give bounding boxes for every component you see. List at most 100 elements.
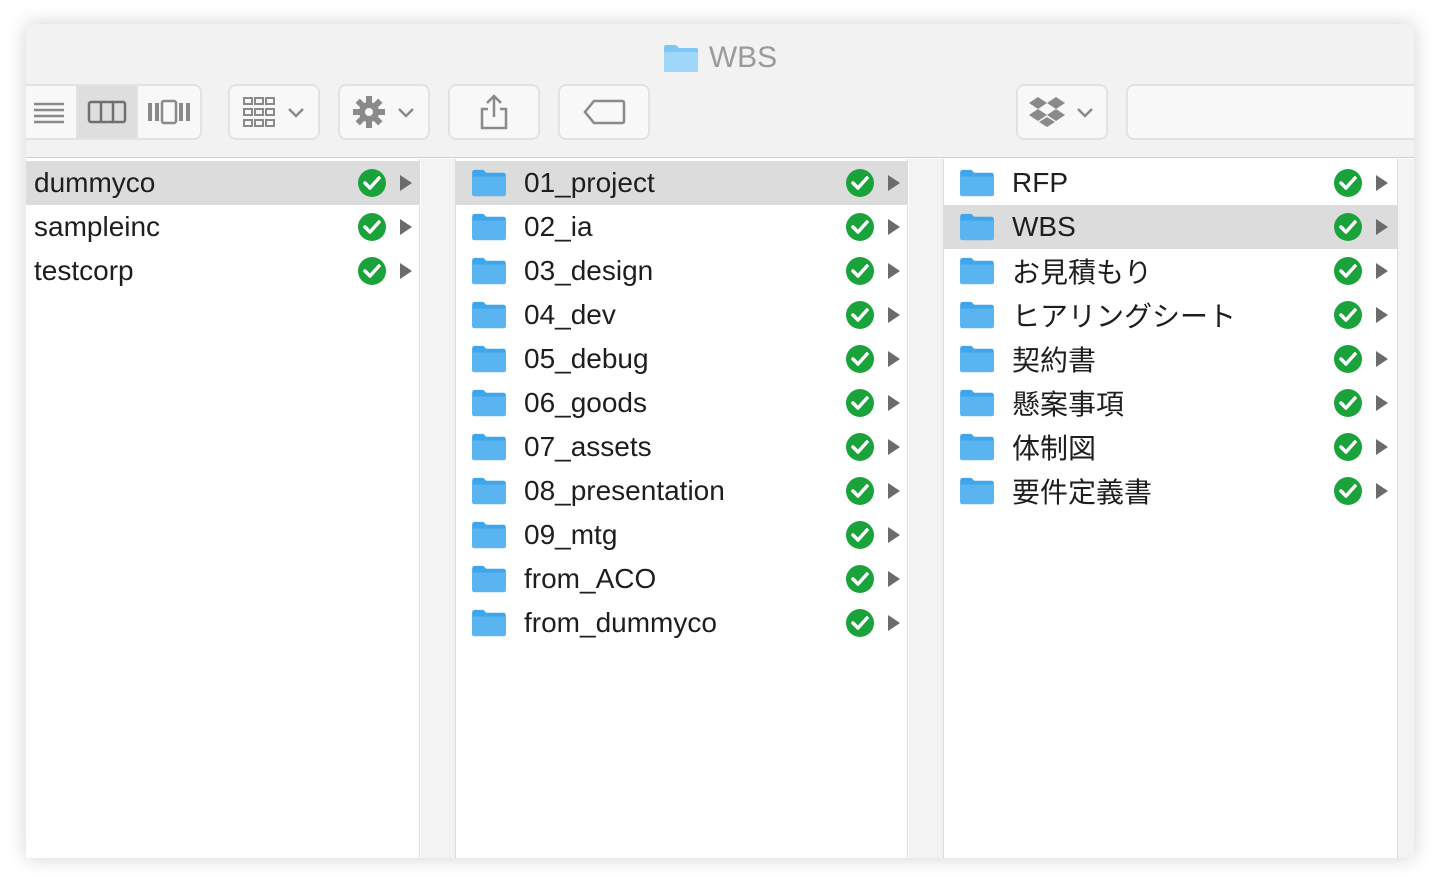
sync-check-icon: [358, 169, 386, 197]
folder-icon: [472, 609, 506, 637]
column-project-folders: 01_project 02_ia 03_design 04_dev 05_debug 06…: [455, 159, 908, 858]
cover-flow-button[interactable]: [138, 86, 200, 138]
tag-icon: [583, 99, 626, 125]
folder-row[interactable]: testcorp: [26, 249, 419, 293]
group-button[interactable]: [228, 84, 320, 140]
disclosure-arrow-icon: [1376, 263, 1388, 279]
toolbar: WBS: [26, 24, 1414, 158]
folder-row[interactable]: 契約書: [944, 337, 1397, 381]
chevron-down-icon: [398, 108, 414, 118]
folder-row[interactable]: 03_design: [456, 249, 907, 293]
sync-check-icon: [846, 345, 874, 373]
disclosure-arrow-icon: [400, 175, 412, 191]
disclosure-arrow-icon: [888, 263, 900, 279]
folder-icon: [472, 345, 506, 373]
folder-name: 08_presentation: [524, 475, 725, 506]
folder-icon: [472, 433, 506, 461]
sync-check-icon: [1334, 345, 1362, 373]
folder-icon: [960, 389, 994, 417]
folder-row[interactable]: 懸案事項: [944, 381, 1397, 425]
action-button[interactable]: [338, 84, 430, 140]
folder-name: dummyco: [34, 167, 156, 198]
folder-row[interactable]: 06_goods: [456, 381, 907, 425]
folder-row[interactable]: from_ACO: [456, 557, 907, 601]
folder-icon: [960, 477, 994, 505]
column-view-button[interactable]: [76, 86, 138, 138]
folder-icon: [472, 389, 506, 417]
dropbox-button[interactable]: [1016, 84, 1108, 140]
folder-row[interactable]: 09_mtg: [456, 513, 907, 557]
folder-row[interactable]: ヒアリングシート: [944, 293, 1397, 337]
folder-row[interactable]: 08_presentation: [456, 469, 907, 513]
column-view-icon: [87, 100, 127, 124]
column-companies: dummyco sampleinc testcorp: [26, 159, 420, 858]
share-button[interactable]: [448, 84, 540, 140]
disclosure-arrow-icon: [1376, 351, 1388, 367]
folder-name: 05_debug: [524, 343, 649, 374]
search-input[interactable]: [1126, 84, 1414, 140]
folder-row[interactable]: dummyco: [26, 161, 419, 205]
folder-row[interactable]: sampleinc: [26, 205, 419, 249]
sync-check-icon: [358, 213, 386, 241]
sync-check-icon: [846, 213, 874, 241]
folder-name: 06_goods: [524, 387, 648, 418]
sync-check-icon: [846, 389, 874, 417]
disclosure-arrow-icon: [1376, 219, 1388, 235]
folder-row[interactable]: 04_dev: [456, 293, 907, 337]
folder-name: 01_project: [524, 167, 655, 198]
folder-icon: [472, 477, 506, 505]
disclosure-arrow-icon: [888, 615, 900, 631]
disclosure-arrow-icon: [888, 483, 900, 499]
column-divider[interactable]: [421, 159, 455, 858]
folder-row[interactable]: 体制図: [944, 425, 1397, 469]
folder-name: from_ACO: [524, 563, 657, 594]
disclosure-arrow-icon: [888, 307, 900, 323]
group-icon: [243, 97, 275, 127]
folder-row[interactable]: RFP: [944, 161, 1397, 205]
folder-icon: [663, 45, 698, 72]
folder-row[interactable]: 02_ia: [456, 205, 907, 249]
folder-name: 要件定義書: [1012, 477, 1153, 508]
disclosure-arrow-icon: [400, 219, 412, 235]
folder-name: sampleinc: [34, 211, 161, 242]
column-divider[interactable]: [909, 159, 943, 858]
folder-name: WBS: [1012, 211, 1076, 242]
folder-row[interactable]: 07_assets: [456, 425, 907, 469]
folder-icon: [472, 521, 506, 549]
folder-row[interactable]: 05_debug: [456, 337, 907, 381]
folder-icon: [960, 433, 994, 461]
sync-check-icon: [1334, 477, 1362, 505]
folder-row[interactable]: お見積もり: [944, 249, 1397, 293]
sync-check-icon: [1334, 169, 1362, 197]
folder-name: from_dummyco: [524, 607, 717, 638]
tag-button[interactable]: [558, 84, 650, 140]
disclosure-arrow-icon: [1376, 439, 1388, 455]
disclosure-arrow-icon: [888, 395, 900, 411]
view-mode-control[interactable]: [26, 84, 202, 140]
sync-check-icon: [1334, 213, 1362, 241]
list-view-button[interactable]: [26, 86, 76, 138]
folder-name: 懸案事項: [1012, 389, 1125, 420]
sync-check-icon: [1334, 389, 1362, 417]
folder-icon: [960, 257, 994, 285]
folder-row[interactable]: 要件定義書: [944, 469, 1397, 513]
disclosure-arrow-icon: [888, 439, 900, 455]
dropbox-icon: [1029, 97, 1065, 127]
chevron-down-icon: [1077, 108, 1093, 118]
folder-icon: [472, 301, 506, 329]
folder-name: お見積もり: [1012, 257, 1153, 288]
folder-icon: [960, 301, 994, 329]
folder-name: 07_assets: [524, 431, 652, 462]
sync-check-icon: [846, 257, 874, 285]
folder-row[interactable]: WBS: [944, 205, 1397, 249]
chevron-down-icon: [288, 108, 304, 118]
column-divider[interactable]: [1398, 159, 1414, 858]
sync-check-icon: [846, 477, 874, 505]
window-title: WBS: [26, 38, 1414, 78]
list-view-icon: [34, 102, 64, 124]
sync-check-icon: [1334, 257, 1362, 285]
folder-row[interactable]: from_dummyco: [456, 601, 907, 645]
sync-check-icon: [1334, 301, 1362, 329]
gear-icon: [353, 96, 385, 128]
folder-row[interactable]: 01_project: [456, 161, 907, 205]
